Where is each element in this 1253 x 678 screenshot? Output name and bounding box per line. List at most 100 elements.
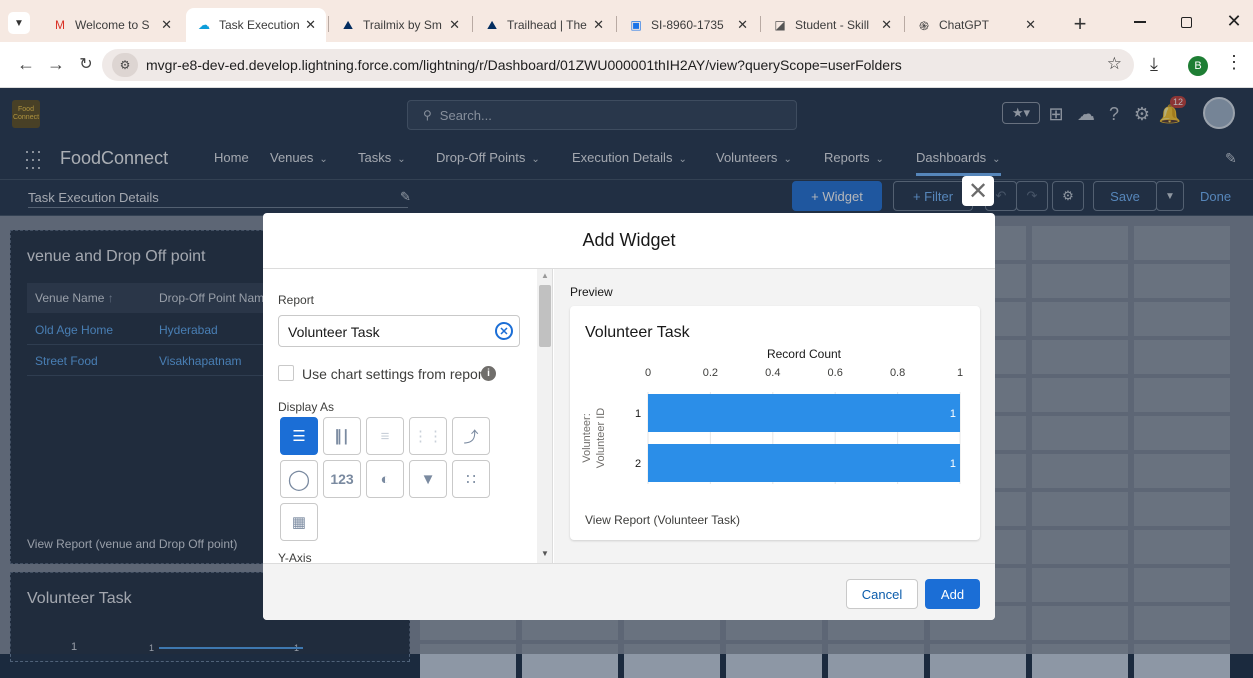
close-modal-button[interactable]: ✕ bbox=[962, 176, 994, 206]
url-field[interactable]: ⚙ mvgr-e8-dev-ed.develop.lightning.force… bbox=[102, 49, 1134, 81]
tab-title: ChatGPT bbox=[939, 18, 990, 32]
browser-tab-bar: ▼ M Welcome to S ✕ ☁ Task Execution ✕ ⛰ Trailmi… bbox=[0, 0, 1253, 42]
back-button[interactable]: ← bbox=[14, 52, 38, 76]
close-tab-icon[interactable]: ✕ bbox=[881, 17, 892, 33]
scatter-chart-button[interactable]: ∷ bbox=[452, 460, 490, 498]
tab-favicon: ֍ bbox=[919, 18, 929, 33]
gauge-icon: ◐ bbox=[380, 470, 390, 488]
browser-menu-icon[interactable]: ⋮ bbox=[1225, 52, 1243, 73]
arrow-left-icon: ← bbox=[17, 53, 35, 74]
reload-icon: ↻ bbox=[79, 56, 93, 73]
tab-title: SI-8960-1735 bbox=[651, 18, 724, 32]
url-text: mvgr-e8-dev-ed.develop.lightning.force.c… bbox=[146, 57, 902, 73]
view-report-link[interactable]: View Report (Volunteer Task) bbox=[585, 513, 740, 527]
browser-tab[interactable]: ⛰ Trailhead | The ✕ bbox=[474, 8, 614, 42]
tab-favicon: ⛰ bbox=[486, 17, 498, 32]
horizontal-bar-chart-button[interactable]: ☰ bbox=[280, 417, 318, 455]
close-window-button[interactable]: ✕ bbox=[1222, 9, 1246, 33]
table-button[interactable]: ▦ bbox=[280, 503, 318, 541]
close-tab-icon[interactable]: ✕ bbox=[305, 17, 316, 33]
report-input[interactable]: Volunteer Task ✕ bbox=[278, 315, 520, 347]
preview-card: Volunteer Task Record Count 0 0.2 0.4 0.6 0.8… bbox=[570, 306, 980, 540]
browser-tab[interactable]: ֍ ChatGPT ✕ bbox=[906, 8, 1046, 42]
browser-tab[interactable]: M Welcome to S ✕ bbox=[42, 8, 182, 42]
arrow-right-icon: → bbox=[47, 53, 65, 74]
bar bbox=[648, 444, 960, 482]
tab-separator bbox=[904, 16, 905, 32]
restore-button[interactable] bbox=[1174, 10, 1198, 34]
stacked-horizontal-bar-button[interactable]: ≡ bbox=[366, 417, 404, 455]
widget-settings-pane: Report Volunteer Task ✕ Use chart settin… bbox=[263, 269, 553, 563]
browser-tab[interactable]: ◪ Student - Skill ✕ bbox=[762, 8, 902, 42]
minimize-button[interactable] bbox=[1128, 10, 1152, 34]
info-icon[interactable]: i bbox=[481, 366, 496, 381]
bookmark-star-icon[interactable]: ☆ bbox=[1107, 54, 1122, 74]
line-chart-icon: ⤴ bbox=[463, 428, 479, 446]
x-tick-label: 0.8 bbox=[890, 367, 905, 379]
report-input-value: Volunteer Task bbox=[288, 324, 380, 340]
gauge-button[interactable]: ◐ bbox=[366, 460, 404, 498]
scroll-down-icon[interactable]: ▼ bbox=[541, 549, 549, 558]
donut-icon: ◯ bbox=[287, 468, 311, 491]
add-widget-modal: Add Widget Report Volunteer Task ✕ Use c… bbox=[263, 213, 995, 620]
donut-chart-button[interactable]: ◯ bbox=[280, 460, 318, 498]
minimize-icon bbox=[1134, 21, 1146, 23]
table-icon: ▦ bbox=[291, 514, 307, 531]
tab-title: Welcome to S bbox=[75, 18, 150, 32]
use-chart-settings-label: Use chart settings from report bbox=[302, 366, 487, 382]
download-icon[interactable]: ⤓ bbox=[1150, 54, 1158, 75]
y-tick-label: 2 bbox=[635, 458, 641, 470]
tab-title: Trailmix by Sm bbox=[363, 18, 442, 32]
use-chart-settings-checkbox[interactable] bbox=[278, 365, 294, 381]
scrollbar-thumb[interactable] bbox=[539, 285, 551, 347]
cancel-button[interactable]: Cancel bbox=[846, 579, 918, 609]
vertical-bar-chart-button[interactable]: ∥∣ bbox=[323, 417, 361, 455]
close-tab-icon[interactable]: ✕ bbox=[449, 17, 460, 33]
close-tab-icon[interactable]: ✕ bbox=[1025, 17, 1036, 33]
line-chart-button[interactable]: ⤴ bbox=[452, 417, 490, 455]
y-axis-label: Y-Axis bbox=[278, 551, 312, 563]
browser-tab[interactable]: ▣ SI-8960-1735 ✕ bbox=[618, 8, 758, 42]
y-tick-label: 1 bbox=[635, 408, 641, 420]
scatter-icon: ∷ bbox=[466, 471, 476, 488]
bar-data-label: 1 bbox=[950, 458, 956, 470]
tab-favicon: ☁ bbox=[198, 18, 210, 32]
funnel-button[interactable]: ▼ bbox=[409, 460, 447, 498]
funnel-icon: ▼ bbox=[420, 470, 436, 488]
tab-title: Trailhead | The bbox=[507, 18, 587, 32]
settings-scrollbar[interactable]: ▲ ▼ bbox=[537, 269, 552, 563]
bar bbox=[648, 394, 960, 432]
profile-avatar[interactable]: B bbox=[1188, 56, 1208, 76]
chevron-down-icon: ▼ bbox=[14, 17, 24, 29]
browser-tab[interactable]: ☁ Task Execution ✕ bbox=[186, 8, 326, 42]
x-tick-label: 0.6 bbox=[828, 367, 843, 379]
tab-title: Student - Skill bbox=[795, 18, 870, 32]
x-tick-label: 0.4 bbox=[765, 367, 780, 379]
scroll-up-icon[interactable]: ▲ bbox=[541, 271, 549, 280]
tab-title: Task Execution bbox=[219, 18, 300, 32]
x-tick-label: 0 bbox=[645, 367, 651, 379]
tab-favicon: ▣ bbox=[630, 18, 642, 32]
browser-tab[interactable]: ⛰ Trailmix by Sm ✕ bbox=[330, 8, 470, 42]
horizontal-bar-icon: ☰ bbox=[292, 428, 306, 445]
modal-title: Add Widget bbox=[582, 230, 676, 250]
x-axis-title: Record Count bbox=[767, 348, 842, 361]
reload-button[interactable]: ↻ bbox=[74, 52, 98, 76]
display-as-label: Display As bbox=[278, 400, 335, 414]
tab-favicon: ⛰ bbox=[342, 17, 354, 32]
add-button[interactable]: Add bbox=[925, 579, 980, 609]
metric-button[interactable]: 123 bbox=[323, 460, 361, 498]
site-info-icon[interactable]: ⚙ bbox=[112, 53, 138, 77]
modal-header: Add Widget bbox=[263, 213, 995, 269]
close-tab-icon[interactable]: ✕ bbox=[161, 17, 172, 33]
address-bar-row: ← → ↻ ⚙ mvgr-e8-dev-ed.develop.lightning… bbox=[0, 42, 1253, 88]
new-tab-button[interactable]: + bbox=[1068, 12, 1092, 36]
forward-button[interactable]: → bbox=[44, 52, 68, 76]
preview-pane: Preview Volunteer Task Record Count 0 0.2 0… bbox=[554, 269, 995, 563]
close-tab-icon[interactable]: ✕ bbox=[737, 17, 748, 33]
tab-search-menu-button[interactable]: ▼ bbox=[8, 12, 30, 34]
clear-selection-icon[interactable]: ✕ bbox=[495, 322, 513, 340]
close-icon: ✕ bbox=[1226, 10, 1242, 31]
stacked-vertical-bar-button[interactable]: ⋮⋮ bbox=[409, 417, 447, 455]
close-tab-icon[interactable]: ✕ bbox=[593, 17, 604, 33]
